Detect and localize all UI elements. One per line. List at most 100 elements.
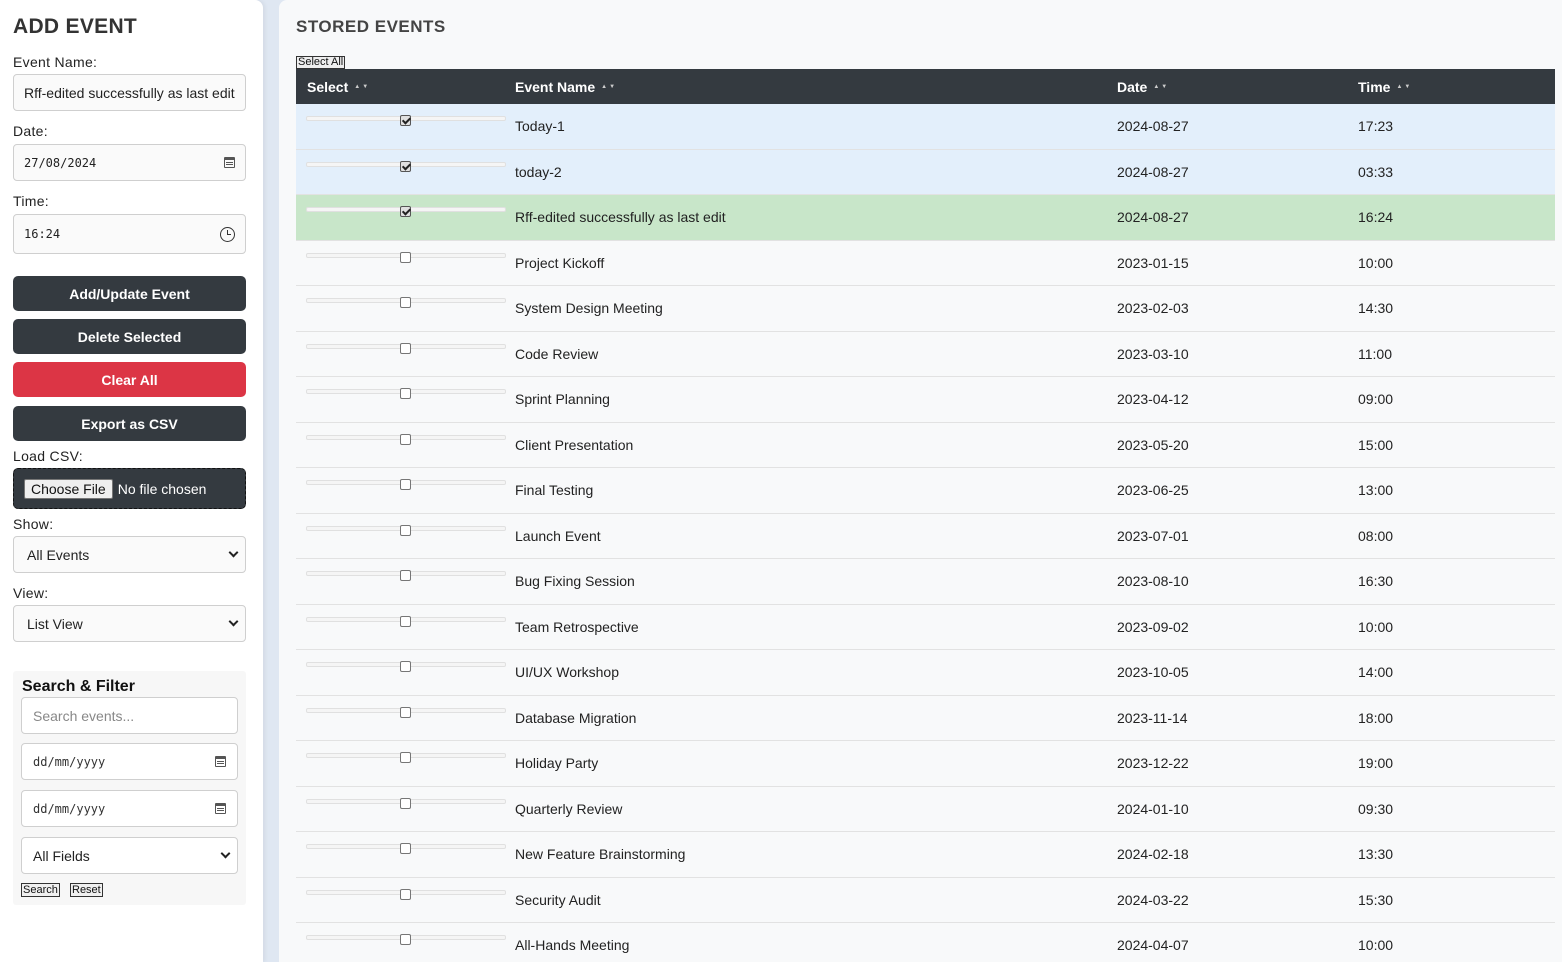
header-time[interactable]: Time ▲▼ [1358, 79, 1555, 95]
clear-all-button[interactable]: Clear All [13, 362, 246, 397]
event-name-input[interactable] [24, 84, 235, 101]
table-row[interactable]: Launch Event 2023-07-01 08:00 [296, 514, 1555, 559]
calendar-icon[interactable] [215, 803, 226, 814]
sort-icon[interactable]: ▲▼ [354, 84, 370, 90]
chevron-down-icon [228, 616, 239, 627]
view-select-value: List View [27, 615, 83, 632]
row-checkbox[interactable] [400, 934, 411, 945]
event-name-cell: System Design Meeting [515, 300, 663, 317]
date-from-field[interactable]: dd/mm/yyyy [21, 743, 238, 780]
table-row[interactable]: Database Migration 2023-11-14 18:00 [296, 696, 1555, 741]
header-event-name-label: Event Name [515, 78, 596, 95]
fields-select-value: All Fields [33, 847, 90, 864]
time-cell: 08:00 [1358, 527, 1394, 544]
event-name-cell: Sprint Planning [515, 391, 610, 408]
add-update-event-button[interactable]: Add/Update Event [13, 276, 246, 311]
row-checkbox[interactable] [400, 115, 411, 126]
select-all-button[interactable]: Select All [296, 56, 346, 69]
row-checkbox[interactable] [400, 297, 411, 308]
row-checkbox[interactable] [400, 752, 411, 763]
date-field[interactable]: 27/08/2024 [13, 144, 246, 181]
table-row[interactable]: Rff-edited successfully as last edit 2024… [296, 195, 1555, 241]
table-row[interactable]: System Design Meeting 2023-02-03 14:30 [296, 286, 1555, 332]
table-row[interactable]: Quarterly Review 2024-01-10 09:30 [296, 787, 1555, 832]
row-checkbox[interactable] [400, 706, 411, 718]
date-cell: 2024-08-27 [1117, 163, 1189, 180]
event-name-field[interactable] [13, 74, 246, 111]
calendar-icon[interactable] [215, 756, 226, 767]
time-cell: 09:30 [1358, 800, 1394, 817]
time-field[interactable]: 16:24 [13, 214, 246, 254]
table-row[interactable]: Team Retrospective 2023-09-02 10:00 [296, 605, 1555, 650]
header-date[interactable]: Date ▲▼ [1117, 79, 1358, 95]
select-cell [296, 514, 515, 559]
select-cell [296, 286, 515, 331]
sort-icon[interactable]: ▲▼ [601, 84, 617, 90]
select-cell [296, 878, 515, 923]
table-row[interactable]: Holiday Party 2023-12-22 19:00 [296, 741, 1555, 787]
date-cell: 2023-12-22 [1117, 755, 1189, 772]
event-name-cell: UI/UX Workshop [515, 664, 619, 681]
table-row[interactable]: Security Audit 2024-03-22 15:30 [296, 878, 1555, 923]
export-csv-button[interactable]: Export as CSV [13, 406, 246, 441]
time-cell: 17:23 [1358, 118, 1394, 135]
row-checkbox[interactable] [400, 479, 411, 490]
date-from-placeholder: dd/mm/yyyy [33, 754, 106, 769]
time-cell: 10:00 [1358, 254, 1394, 271]
date-cell: 2023-04-12 [1117, 391, 1189, 408]
row-checkbox[interactable] [400, 433, 411, 445]
date-cell: 2023-05-20 [1117, 436, 1189, 453]
header-event-name[interactable]: Event Name ▲▼ [515, 79, 1117, 95]
table-row[interactable]: today-2 2024-08-27 03:33 [296, 149, 1555, 195]
row-checkbox[interactable] [400, 797, 411, 809]
calendar-icon[interactable] [224, 157, 235, 168]
show-select[interactable]: All Events [13, 536, 246, 573]
table-row[interactable]: All-Hands Meeting 2024-04-07 10:00 [296, 923, 1555, 962]
reset-button[interactable]: Reset [70, 883, 103, 897]
event-name-cell: Final Testing [515, 482, 594, 499]
search-button[interactable]: Search [21, 883, 60, 897]
date-cell: 2024-01-10 [1117, 800, 1189, 817]
view-select[interactable]: List View [13, 605, 246, 642]
date-cell: 2023-11-14 [1117, 709, 1188, 726]
table-row[interactable]: New Feature Brainstorming 2024-02-18 13:30 [296, 832, 1555, 878]
table-row[interactable]: Bug Fixing Session 2023-08-10 16:30 [296, 559, 1555, 605]
event-name-cell: Quarterly Review [515, 800, 623, 817]
table-row[interactable]: UI/UX Workshop 2023-10-05 14:00 [296, 650, 1555, 696]
select-cell [296, 241, 515, 286]
row-checkbox[interactable] [400, 251, 411, 263]
date-to-field[interactable]: dd/mm/yyyy [21, 790, 238, 827]
csv-file-input[interactable]: Choose File No file chosen [13, 468, 246, 509]
select-cell [296, 423, 515, 468]
table-row[interactable]: Today-1 2024-08-27 17:23 [296, 104, 1555, 150]
search-input[interactable]: Search events... [21, 697, 238, 734]
date-to-placeholder: dd/mm/yyyy [33, 801, 106, 816]
sort-icon[interactable]: ▲▼ [1396, 84, 1412, 90]
row-checkbox[interactable] [400, 570, 411, 581]
table-row[interactable]: Client Presentation 2023-05-20 15:00 [296, 423, 1555, 468]
table-row[interactable]: Final Testing 2023-06-25 13:00 [296, 468, 1555, 514]
row-checkbox[interactable] [400, 615, 411, 627]
clock-icon[interactable] [220, 226, 235, 242]
sort-icon[interactable]: ▲▼ [1153, 84, 1169, 90]
row-checkbox[interactable] [400, 342, 411, 354]
table-row[interactable]: Project Kickoff 2023-01-15 10:00 [296, 241, 1555, 286]
row-checkbox[interactable] [400, 388, 411, 399]
event-name-label: Event Name: [13, 54, 98, 70]
stored-events-panel: STORED EVENTS Select All Select ▲▼ Event… [279, 0, 1562, 962]
row-checkbox[interactable] [400, 524, 411, 536]
fields-select[interactable]: All Fields [21, 837, 238, 874]
row-checkbox[interactable] [400, 160, 411, 172]
date-cell: 2024-02-18 [1117, 846, 1189, 863]
row-checkbox[interactable] [400, 843, 411, 854]
header-select[interactable]: Select ▲▼ [296, 79, 515, 95]
row-checkbox[interactable] [400, 888, 411, 900]
table-row[interactable]: Sprint Planning 2023-04-12 09:00 [296, 377, 1555, 423]
row-checkbox[interactable] [400, 661, 411, 672]
choose-file-button[interactable]: Choose File [24, 478, 113, 499]
date-cell: 2023-08-10 [1117, 573, 1189, 590]
delete-selected-button[interactable]: Delete Selected [13, 319, 246, 354]
select-cell [296, 696, 515, 741]
table-row[interactable]: Code Review 2023-03-10 11:00 [296, 332, 1555, 377]
row-checkbox[interactable] [400, 206, 411, 217]
